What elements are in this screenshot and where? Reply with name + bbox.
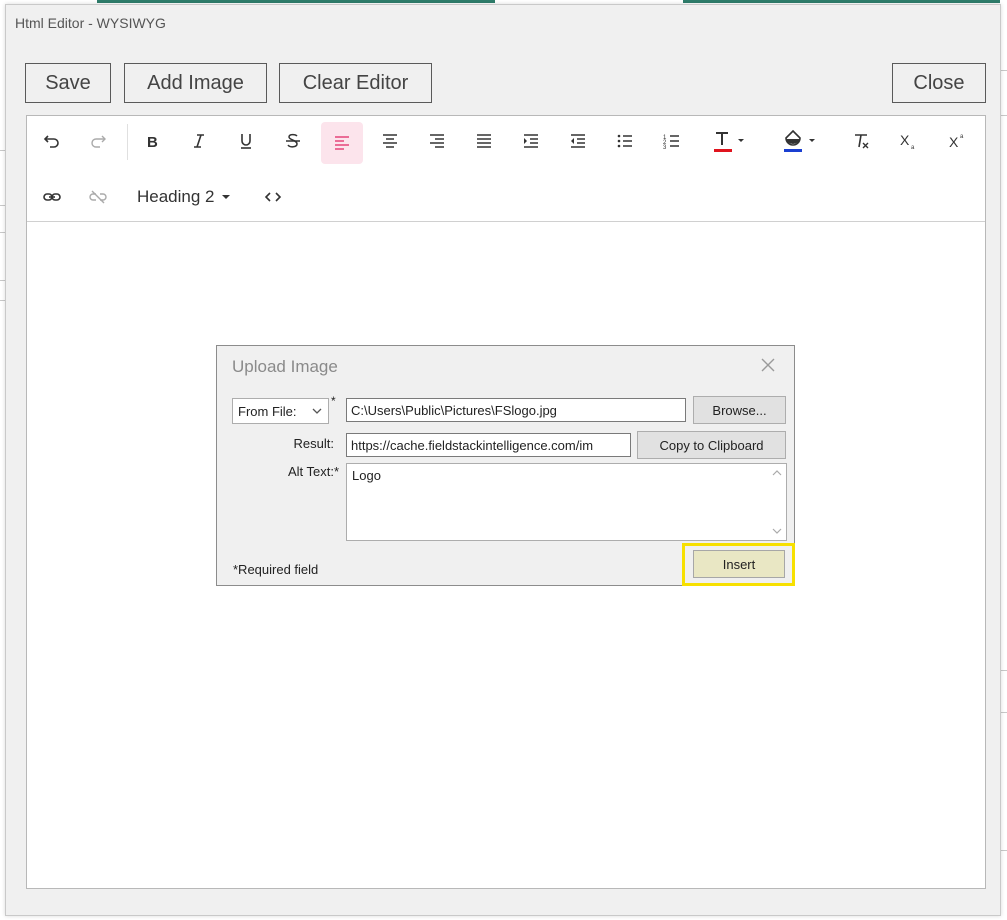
redo-icon[interactable] — [79, 122, 117, 160]
source-select[interactable]: From File: — [232, 398, 329, 424]
window-title: Html Editor - WYSIWYG — [15, 15, 166, 31]
file-path-input[interactable]: C:\Users\Public\Pictures\FSlogo.jpg — [346, 398, 686, 422]
required-marker: * — [331, 394, 336, 408]
close-button[interactable]: Close — [892, 63, 986, 103]
align-justify-icon[interactable] — [465, 122, 503, 160]
copy-to-clipboard-button[interactable]: Copy to Clipboard — [637, 431, 786, 459]
add-image-button[interactable]: Add Image — [124, 63, 267, 103]
background-accent-line — [683, 0, 1007, 3]
numbered-list-icon[interactable]: 123 — [653, 122, 691, 160]
svg-text:a: a — [960, 134, 964, 140]
background-right-strip — [1000, 0, 1007, 920]
background-accent-line — [97, 0, 495, 3]
outdent-icon[interactable] — [559, 122, 597, 160]
toolbar-separator — [127, 124, 128, 160]
svg-text:3: 3 — [663, 145, 667, 150]
close-icon[interactable] — [757, 354, 779, 376]
result-label: Result: — [293, 436, 334, 451]
save-button[interactable]: Save — [25, 63, 111, 103]
strikethrough-icon[interactable] — [274, 122, 312, 160]
italic-icon[interactable] — [180, 122, 218, 160]
caret-down-icon — [221, 195, 230, 199]
scroll-up-icon[interactable] — [771, 468, 783, 478]
svg-text:a: a — [911, 145, 915, 150]
background-divider — [1000, 850, 1007, 851]
superscript-icon[interactable]: Xa — [938, 122, 976, 160]
link-icon[interactable] — [33, 178, 71, 216]
align-right-icon[interactable] — [418, 122, 456, 160]
svg-text:B: B — [147, 134, 158, 150]
result-url-field[interactable]: https://cache.fieldstackintelligence.com… — [346, 433, 631, 457]
required-field-note: *Required field — [233, 562, 319, 577]
highlight-color-icon[interactable] — [775, 122, 825, 160]
heading-dropdown[interactable]: Heading 2 — [133, 180, 235, 214]
background-divider — [1000, 670, 1007, 671]
source-select-value: From File: — [238, 403, 297, 419]
undo-icon[interactable] — [33, 122, 71, 160]
scroll-down-icon[interactable] — [771, 526, 783, 536]
dialog-title: Upload Image — [232, 357, 338, 376]
insert-button[interactable]: Insert — [693, 550, 785, 578]
code-view-icon[interactable] — [254, 178, 292, 216]
align-center-icon[interactable] — [371, 122, 409, 160]
upload-image-dialog: Upload Image From File: * C:\Users\Publi… — [216, 345, 795, 586]
indent-icon[interactable] — [512, 122, 550, 160]
chevron-down-icon — [312, 408, 322, 414]
html-editor-window: Html Editor - WYSIWYG Save Add Image Cle… — [5, 4, 1001, 916]
alt-text-value: Logo — [352, 468, 381, 483]
editor-toolbar: B 1 2 3 X a X a Heading 2 — [27, 116, 985, 222]
background-divider — [1000, 712, 1007, 713]
bullet-list-icon[interactable] — [606, 122, 644, 160]
background-divider — [1000, 70, 1007, 71]
alt-text-input[interactable]: Logo — [346, 463, 787, 541]
svg-text:X: X — [900, 132, 910, 148]
background-divider — [1000, 115, 1007, 116]
underline-icon[interactable] — [227, 122, 265, 160]
browse-button[interactable]: Browse... — [693, 396, 786, 424]
clear-editor-button[interactable]: Clear Editor — [279, 63, 432, 103]
heading-dropdown-label: Heading 2 — [137, 187, 215, 206]
align-left-icon[interactable] — [321, 122, 363, 164]
text-color-icon[interactable] — [705, 122, 755, 160]
alt-text-label: Alt Text:* — [287, 464, 339, 479]
bold-icon[interactable]: B — [133, 122, 171, 160]
clear-format-icon[interactable] — [842, 122, 880, 160]
svg-text:X: X — [949, 134, 959, 150]
subscript-icon[interactable]: Xa — [889, 122, 927, 160]
unlink-icon[interactable] — [79, 178, 117, 216]
